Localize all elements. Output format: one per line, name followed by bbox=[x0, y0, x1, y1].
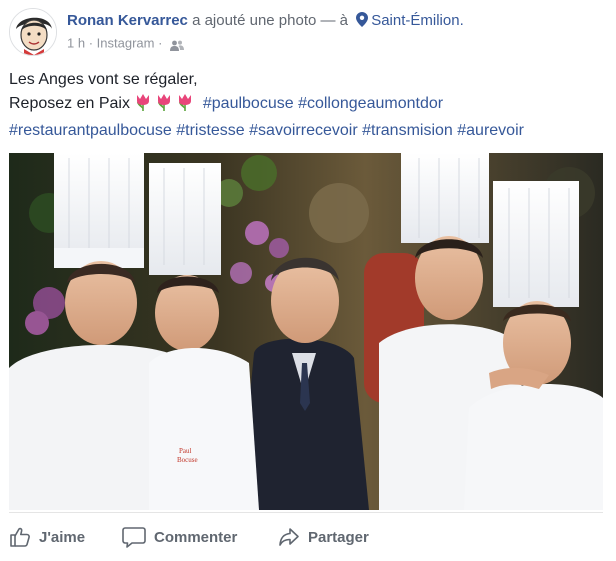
comment-button[interactable]: Commenter bbox=[122, 523, 237, 551]
actions-divider bbox=[9, 512, 603, 513]
share-label: Partager bbox=[308, 528, 369, 546]
caption-line-2: Reposez en Paix #paulbocuse #collongeaum… bbox=[9, 92, 609, 119]
post-source[interactable]: Instagram bbox=[97, 36, 155, 51]
like-button[interactable]: J'aime bbox=[9, 523, 85, 551]
thumbs-up-icon bbox=[10, 527, 30, 547]
caption-text: Reposez en Paix bbox=[9, 95, 130, 112]
speech-bubble-icon bbox=[122, 527, 146, 548]
share-button[interactable]: Partager bbox=[278, 523, 369, 551]
hashtag-link[interactable]: #transmision bbox=[362, 122, 453, 139]
post-photo[interactable]: Paul Bocuse bbox=[9, 153, 603, 510]
post-meta: 1 h · Instagram · bbox=[67, 34, 607, 53]
hashtag-link[interactable]: #collongeaumontdor bbox=[298, 95, 443, 112]
hashtag-link[interactable]: #tristesse bbox=[176, 122, 244, 139]
hashtag-link[interactable]: #restaurantpaulbocuse bbox=[9, 122, 172, 139]
hashtag-link[interactable]: #aurevoir bbox=[457, 122, 524, 139]
header-text: Ronan Kervarrec a ajouté une photo — à S… bbox=[67, 10, 607, 53]
header-line: Ronan Kervarrec a ajouté une photo — à S… bbox=[67, 10, 607, 32]
caption-line-1: Les Anges vont se régaler, bbox=[9, 71, 198, 88]
friends-icon[interactable] bbox=[170, 38, 185, 52]
hashtag-link[interactable]: #paulbocuse bbox=[203, 95, 294, 112]
place-link[interactable]: Saint-Émilion. bbox=[371, 12, 464, 29]
author-avatar[interactable] bbox=[9, 8, 57, 56]
meta-separator: · bbox=[158, 35, 163, 51]
post-header: Ronan Kervarrec a ajouté une photo — à S… bbox=[9, 8, 609, 58]
apron-text: Bocuse bbox=[177, 456, 198, 464]
post-caption: Les Anges vont se régaler, Reposez en Pa… bbox=[9, 68, 609, 143]
tulip-emoji bbox=[134, 93, 198, 119]
map-pin-icon bbox=[356, 12, 369, 27]
action-text: a ajouté une photo — à bbox=[192, 12, 349, 29]
share-arrow-icon bbox=[279, 528, 299, 546]
post-actions: J'aime Commenter Partager bbox=[9, 519, 603, 555]
apron-text: Paul bbox=[179, 447, 192, 455]
like-label: J'aime bbox=[39, 528, 86, 546]
author-name[interactable]: Ronan Kervarrec bbox=[67, 12, 188, 29]
caption-line-3: #restaurantpaulbocuse #tristesse #savoir… bbox=[9, 119, 609, 143]
meta-separator: · bbox=[88, 35, 94, 51]
post-time[interactable]: 1 h bbox=[67, 36, 85, 51]
hashtag-link[interactable]: #savoirrecevoir bbox=[249, 122, 357, 139]
comment-label: Commenter bbox=[154, 528, 238, 546]
facebook-post: Ronan Kervarrec a ajouté une photo — à S… bbox=[0, 0, 616, 561]
